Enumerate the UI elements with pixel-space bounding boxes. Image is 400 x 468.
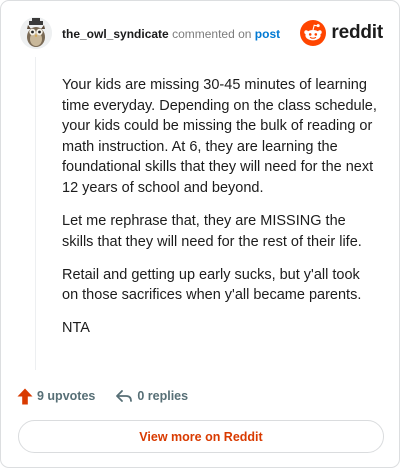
view-more-button[interactable]: View more on Reddit <box>18 420 384 453</box>
comment-embed-card: the_owl_syndicate commented on post redd… <box>0 0 400 468</box>
upvote-button[interactable]: 9 upvotes <box>17 388 95 405</box>
upvote-icon <box>17 388 33 405</box>
comment-body: Your kids are missing 30-45 minutes of l… <box>62 75 378 352</box>
commented-on-text: commented on <box>172 27 252 41</box>
username-link[interactable]: the_owl_syndicate <box>62 27 169 41</box>
comment-paragraph: Your kids are missing 30-45 minutes of l… <box>62 77 377 196</box>
upvote-count: 9 upvotes <box>37 389 96 403</box>
reddit-wordmark: reddit <box>331 22 383 43</box>
reply-icon <box>115 388 133 404</box>
replies-button[interactable]: 0 replies <box>115 388 188 404</box>
comment-actions: 9 upvotes 0 replies <box>17 386 188 406</box>
post-link[interactable]: post <box>255 27 280 41</box>
comment-paragraph: Retail and getting up early sucks, but y… <box>62 266 362 304</box>
comment-paragraph: Let me rephrase that, they are MISSING t… <box>62 213 362 250</box>
owl-avatar-icon <box>20 17 52 49</box>
byline: the_owl_syndicate commented on post <box>62 27 280 41</box>
user-avatar[interactable] <box>20 17 52 49</box>
thread-line <box>35 57 36 370</box>
comment-paragraph: NTA <box>62 320 90 337</box>
reddit-logo[interactable]: reddit <box>300 19 383 47</box>
comment-header: the_owl_syndicate commented on post redd… <box>20 17 383 51</box>
reddit-alien-icon <box>300 20 327 46</box>
reply-count: 0 replies <box>137 389 189 403</box>
